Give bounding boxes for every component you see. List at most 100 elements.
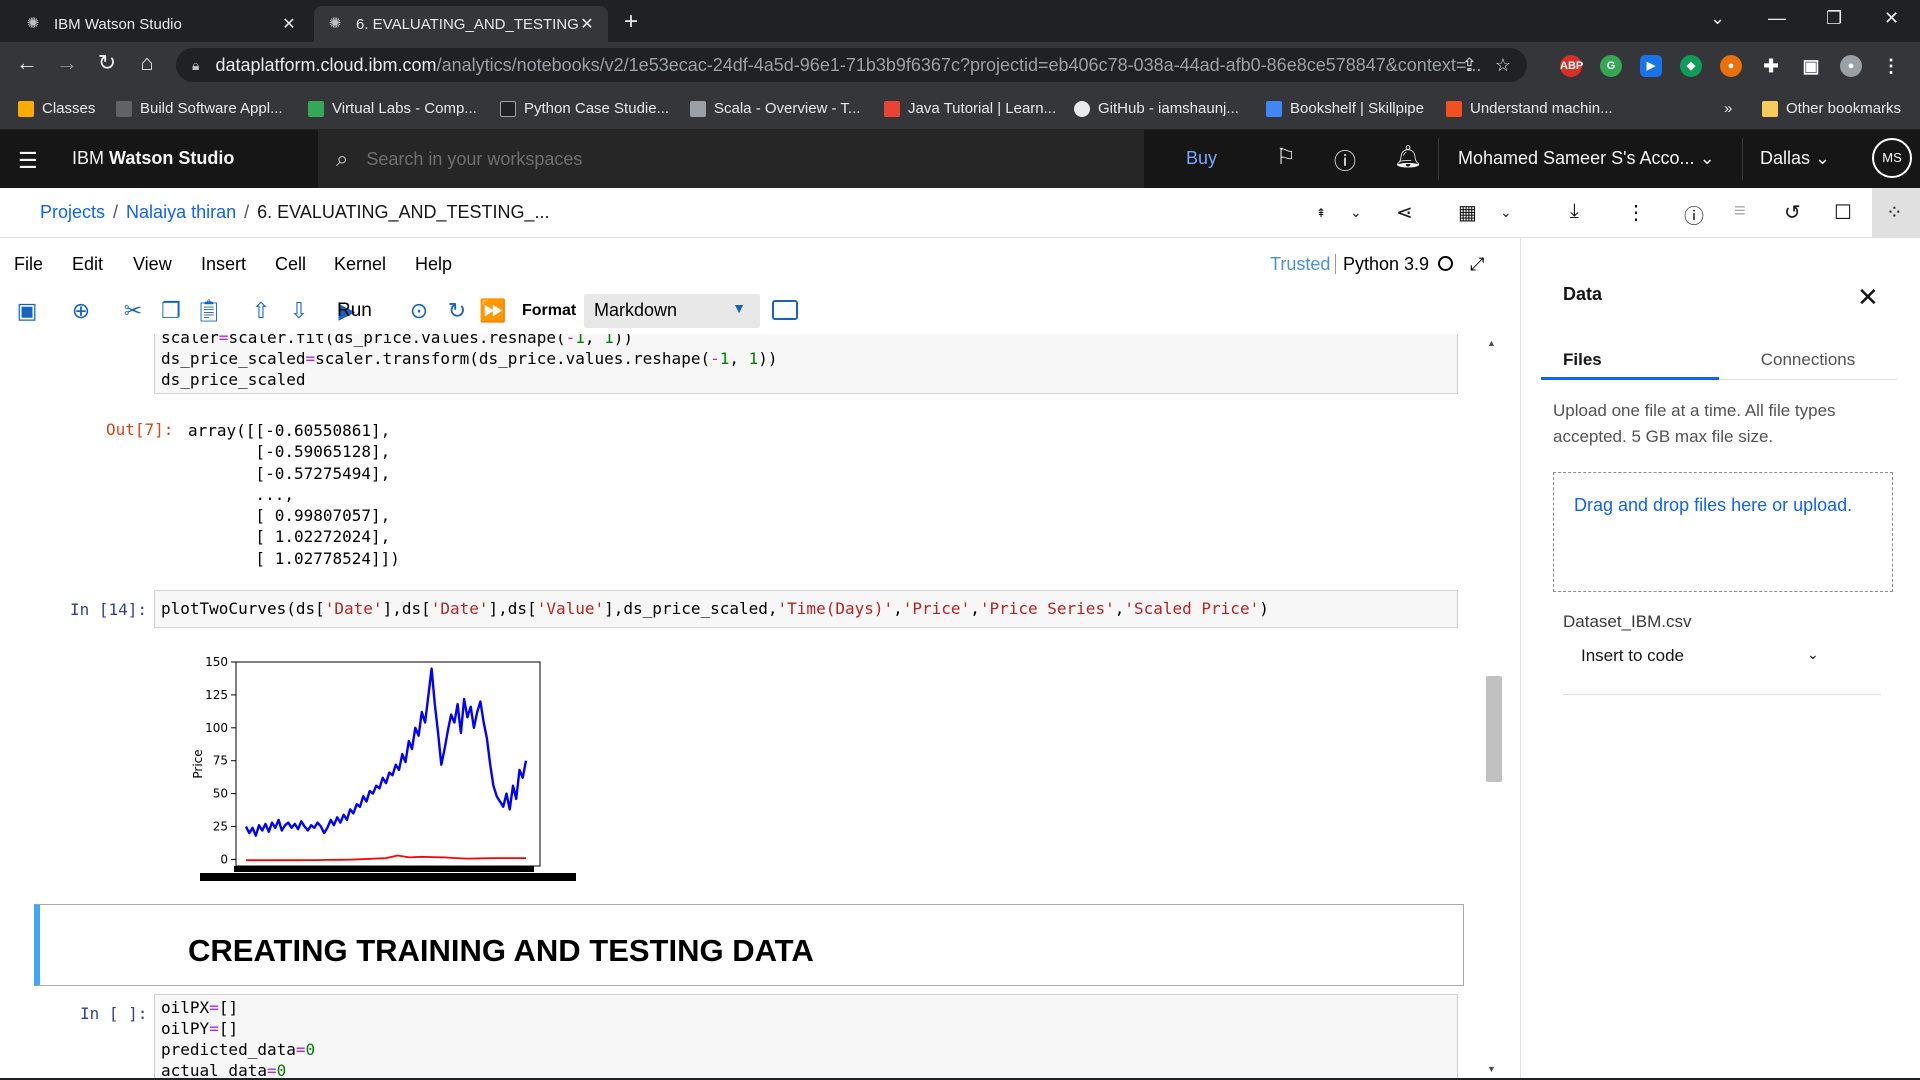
bookmark-item[interactable]: Java Tutorial | Learn...: [884, 100, 1056, 117]
share-icon[interactable]: ⋖: [1396, 200, 1413, 225]
bookmark-item[interactable]: GitHub - iamshaunj...: [1074, 100, 1239, 117]
bookmark-icon: [690, 100, 706, 117]
bookmark-item[interactable]: Bookshelf | Skillpipe: [1266, 100, 1424, 117]
menu-cell[interactable]: Cell: [275, 254, 306, 275]
bookmark-star-icon[interactable]: ☆: [1495, 55, 1511, 76]
notification-bell-icon[interactable]: 🔔︎: [1394, 144, 1422, 170]
run-button[interactable]: Run: [337, 300, 372, 322]
paste-icon[interactable]: 📋︎: [194, 298, 224, 324]
adblock-icon[interactable]: ABP: [1560, 55, 1583, 77]
version-history-icon[interactable]: ↺: [1784, 200, 1801, 225]
home-icon[interactable]: ⌂: [132, 50, 162, 76]
tab-search-icon[interactable]: ⌄: [1710, 8, 1725, 29]
out-prompt: Out[7]:: [106, 420, 174, 439]
cookie-icon[interactable]: ●: [1720, 55, 1742, 77]
tab-files[interactable]: Files: [1541, 342, 1719, 380]
bookmark-item[interactable]: Classes: [18, 100, 95, 117]
overflow-menu-icon[interactable]: ⋮: [1626, 200, 1646, 225]
schedule-job-icon[interactable]: ▦: [1458, 200, 1477, 225]
kernel-name: Python 3.9: [1343, 254, 1430, 274]
workspace-search[interactable]: ⌕ Search in your workspaces: [318, 130, 1144, 188]
breadcrumb-project[interactable]: Nalaiya thiran: [126, 202, 236, 222]
menu-file[interactable]: File: [14, 254, 43, 275]
profile-icon[interactable]: ●: [1840, 55, 1862, 77]
region-switcher[interactable]: Dallas ⌄: [1760, 148, 1830, 169]
interrupt-icon[interactable]: ⊙: [404, 298, 434, 324]
menu-view[interactable]: View: [133, 254, 172, 275]
browser-tab-notebook[interactable]: ✺ 6. EVALUATING_AND_TESTING_D ✕: [314, 6, 608, 42]
copy-icon[interactable]: ❐: [156, 298, 186, 324]
comments-icon[interactable]: ☐: [1834, 200, 1852, 225]
meet-icon[interactable]: ◆: [1680, 55, 1702, 77]
tab-connections[interactable]: Connections: [1719, 342, 1897, 380]
bookmark-item[interactable]: Virtual Labs - Comp...: [308, 100, 477, 117]
close-tab-icon[interactable]: ✕: [578, 14, 596, 34]
close-icon[interactable]: ✕: [1857, 282, 1879, 313]
account-switcher[interactable]: Mohamed Sameer S's Acco... ⌄: [1458, 148, 1715, 169]
back-icon[interactable]: ←: [12, 50, 42, 76]
side-panel-icon[interactable]: ▣: [1800, 55, 1822, 77]
new-tab-icon[interactable]: +: [624, 8, 638, 36]
move-up-icon[interactable]: ⇧: [246, 298, 276, 324]
close-tab-icon[interactable]: ✕: [280, 14, 298, 34]
help-icon[interactable]: ⓘ: [1334, 144, 1356, 176]
chevron-down-icon[interactable]: ⌄: [1500, 204, 1512, 221]
insert-to-code-dropdown[interactable]: Insert to code: [1581, 646, 1684, 666]
buy-link[interactable]: Buy: [1186, 148, 1217, 169]
other-bookmarks[interactable]: Other bookmarks: [1762, 100, 1901, 117]
menu-insert[interactable]: Insert: [201, 254, 246, 275]
avatar[interactable]: MS: [1872, 138, 1912, 178]
restore-icon[interactable]: ❐: [1826, 8, 1842, 29]
scroll-down-icon[interactable]: ▼: [1487, 1064, 1496, 1074]
cell-format-select[interactable]: Markdown ▼: [584, 294, 760, 328]
forward-icon[interactable]: →: [52, 50, 82, 76]
menu-edit[interactable]: Edit: [72, 254, 103, 275]
url-bar[interactable]: 🔒︎ dataplatform.cloud.ibm.com /analytics…: [176, 48, 1527, 82]
bookmark-item[interactable]: Understand machin...: [1446, 100, 1613, 117]
bookmark-item[interactable]: Scala - Overview - T...: [690, 100, 860, 117]
menu-help[interactable]: Help: [415, 254, 452, 275]
restart-icon[interactable]: ↻: [442, 298, 472, 324]
notebook-body: scaler=scaler.fit(ds_price.values.reshap…: [0, 334, 1500, 1080]
code-cell[interactable]: plotTwoCurves(ds['Date'],ds['Date'],ds['…: [154, 590, 1458, 628]
move-down-icon[interactable]: ⇩: [284, 298, 314, 324]
share-icon[interactable]: ⇪: [1462, 55, 1477, 76]
expand-icon[interactable]: ⤢: [1470, 254, 1484, 275]
chevron-down-icon[interactable]: ⌄: [1350, 204, 1362, 221]
grammarly-icon[interactable]: G: [1600, 55, 1622, 77]
chrome-menu-icon[interactable]: ⋮: [1880, 55, 1902, 77]
minimize-icon[interactable]: —: [1768, 8, 1786, 29]
breadcrumb-projects[interactable]: Projects: [40, 202, 105, 222]
cut-icon[interactable]: ✂: [118, 298, 148, 324]
data-panel-toggle[interactable]: ⁘: [1872, 188, 1920, 238]
signpost-icon[interactable]: ⚐: [1276, 144, 1296, 170]
browser-tab-watson[interactable]: ✺ IBM Watson Studio ✕: [12, 6, 310, 42]
reload-icon[interactable]: ↻: [92, 50, 122, 76]
scrollbar-thumb[interactable]: [1486, 676, 1502, 782]
information-icon[interactable]: ⓘ: [1684, 200, 1704, 229]
restart-run-all-icon[interactable]: ⏩: [478, 298, 508, 324]
more-bookmarks-button[interactable]: »: [1724, 100, 1732, 117]
bookmark-item[interactable]: Build Software Appl...: [116, 100, 283, 117]
menu-kernel[interactable]: Kernel: [334, 254, 386, 275]
scroll-up-icon[interactable]: ▲: [1487, 338, 1496, 348]
bookmark-item[interactable]: Python Case Studie...: [500, 100, 669, 117]
download-icon[interactable]: ⤓: [1570, 200, 1579, 223]
markdown-cell[interactable]: CREATING TRAINING AND TESTING DATA: [34, 904, 1464, 986]
zoom-icon[interactable]: ▶: [1640, 55, 1662, 77]
environment-icon[interactable]: ≡: [1734, 200, 1746, 223]
insert-cell-icon[interactable]: ⊕: [66, 298, 96, 324]
extensions-icon[interactable]: ✚: [1760, 55, 1782, 77]
collapse-icon[interactable]: ⇞: [1316, 206, 1326, 220]
close-window-icon[interactable]: ✕: [1884, 8, 1899, 29]
save-icon[interactable]: ▣: [12, 298, 42, 324]
code-cell[interactable]: oilPX=[] oilPY=[] predicted_data=0 actua…: [154, 994, 1458, 1080]
code-cell[interactable]: scaler=scaler.fit(ds_price.values.reshap…: [154, 334, 1458, 394]
cell-code: scaler=scaler.fit(ds_price.values.reshap…: [161, 334, 778, 389]
hamburger-menu-icon[interactable]: ☰: [18, 148, 38, 174]
chevron-down-icon[interactable]: ⌄: [1807, 646, 1819, 663]
trusted-badge[interactable]: Trusted: [1270, 254, 1330, 275]
divider: [1563, 694, 1881, 695]
keyboard-shortcuts-icon[interactable]: [772, 300, 798, 320]
file-drop-zone[interactable]: Drag and drop files here or upload.: [1553, 472, 1893, 592]
